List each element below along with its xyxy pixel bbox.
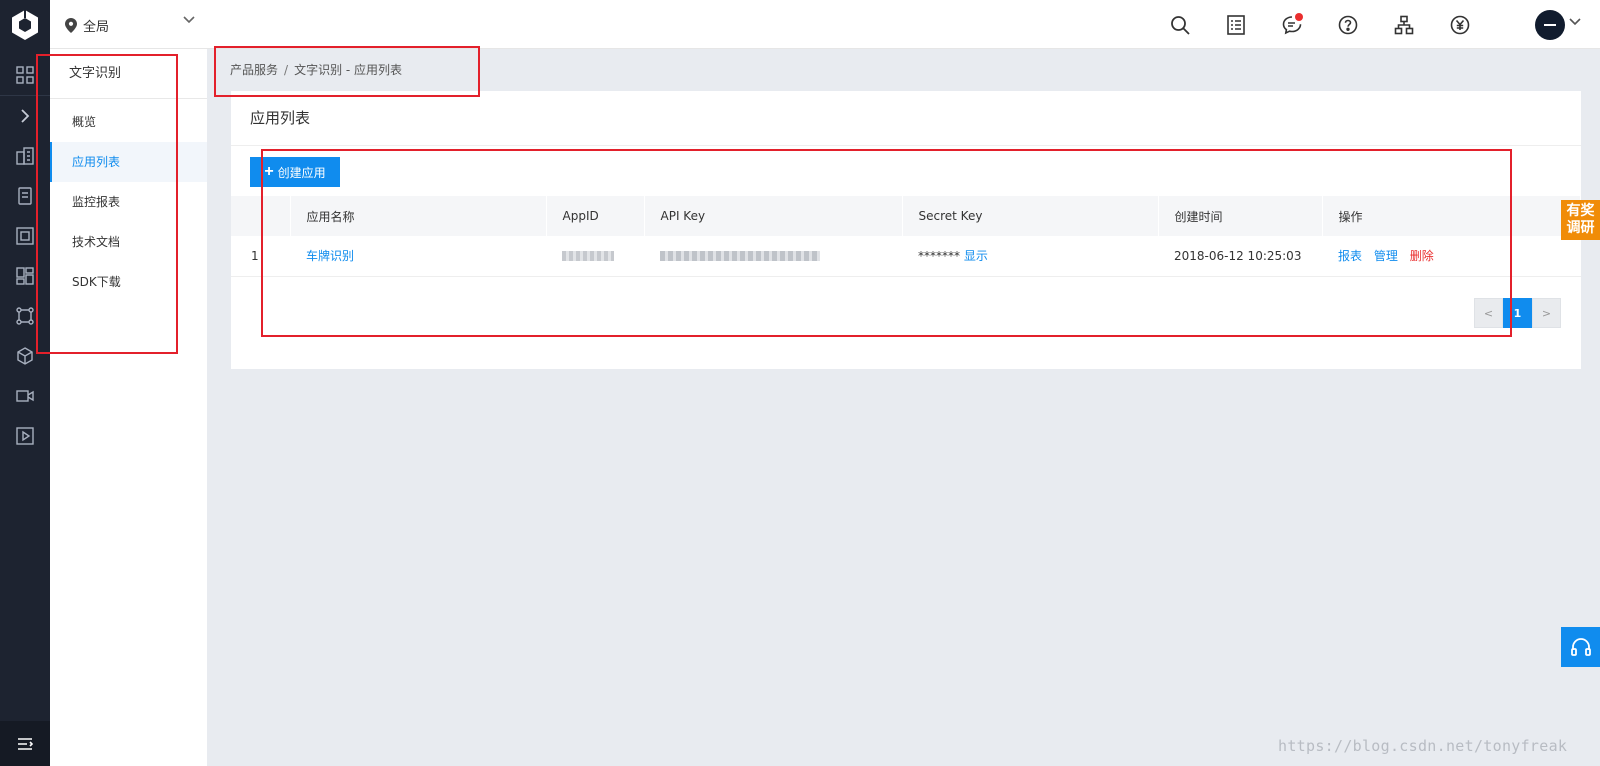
message-icon[interactable] (1280, 13, 1304, 37)
create-app-label: 创建应用 (277, 165, 326, 180)
chevron-down-icon[interactable] (1569, 18, 1581, 26)
table-header-row: 应用名称 AppID API Key Secret Key 创建时间 操作 (231, 196, 1581, 236)
watermark: https://blog.csdn.net/tonyfreak (1278, 737, 1568, 755)
col-created-time: 创建时间 (1158, 196, 1323, 236)
sidebar-item-tech-docs[interactable]: 技术文档 (50, 222, 207, 262)
current-page-button[interactable]: 1 (1503, 298, 1532, 328)
table-row: 1 车牌识别 ******* 显示 2018-06-12 10:25:03 报表… (231, 236, 1581, 277)
plus-icon: + (264, 163, 274, 180)
org-icon[interactable] (1392, 13, 1416, 37)
top-header: 全局 (50, 0, 1600, 49)
grid-icon[interactable] (0, 256, 50, 296)
app-name-link[interactable]: 车牌识别 (306, 249, 354, 263)
col-app-name: 应用名称 (290, 196, 547, 236)
cube-icon[interactable] (0, 336, 50, 376)
breadcrumb-separator: / (284, 63, 289, 77)
survey-line-2: 调研 (1566, 220, 1595, 236)
sidebar-item-monitor-report[interactable]: 监控报表 (50, 182, 207, 222)
secret-key-mask: ******* (918, 249, 960, 264)
menu-toggle-icon[interactable] (0, 721, 50, 766)
orders-icon[interactable] (1224, 13, 1248, 37)
headset-icon[interactable] (1561, 627, 1600, 667)
sidebar-item-sdk-download[interactable]: SDK下载 (50, 262, 207, 302)
chevron-down-icon (183, 16, 195, 24)
product-sidebar: 文字识别 概览 应用列表 监控报表 技术文档 SDK下载 (50, 49, 207, 766)
col-secret-key: Secret Key (902, 196, 1159, 236)
created-time: 2018-06-12 10:25:03 (1158, 236, 1322, 277)
survey-widget[interactable]: 有奖 调研 (1561, 200, 1600, 240)
report-link[interactable]: 报表 (1338, 249, 1362, 263)
region-label: 全局 (83, 19, 110, 35)
sidebar-item-app-list[interactable]: 应用列表 (50, 142, 207, 182)
frame-icon[interactable] (0, 216, 50, 256)
appid-redacted (562, 251, 614, 262)
survey-line-1: 有奖 (1566, 203, 1595, 219)
logo-icon[interactable] (0, 0, 50, 49)
show-secret-link[interactable]: 显示 (964, 249, 988, 263)
currency-icon[interactable] (1448, 13, 1472, 37)
breadcrumb: 产品服务 / 文字识别 - 应用列表 (230, 61, 402, 78)
delete-link[interactable]: 删除 (1410, 249, 1434, 263)
notification-dot (1295, 13, 1303, 21)
notes-icon[interactable] (0, 176, 50, 216)
next-page-button[interactable]: > (1532, 298, 1561, 328)
expand-chevron-icon[interactable] (0, 96, 50, 136)
sidebar-item-overview[interactable]: 概览 (50, 102, 207, 142)
pagination: < 1 > (1474, 298, 1561, 328)
manage-link[interactable]: 管理 (1374, 249, 1398, 263)
video-icon[interactable] (0, 376, 50, 416)
building-icon[interactable] (0, 136, 50, 176)
help-icon[interactable] (1336, 13, 1360, 37)
create-app-button[interactable]: + 创建应用 (250, 157, 340, 187)
page-title: 应用列表 (231, 91, 1581, 146)
network-icon[interactable] (0, 296, 50, 336)
prev-page-button[interactable]: < (1474, 298, 1503, 328)
row-index: 1 (231, 236, 290, 277)
dashboard-icon[interactable] (0, 55, 50, 95)
col-api-key: API Key (644, 196, 903, 236)
app-table: 应用名称 AppID API Key Secret Key 创建时间 操作 1 … (231, 196, 1581, 277)
breadcrumb-root[interactable]: 产品服务 (230, 63, 278, 77)
avatar[interactable] (1535, 10, 1565, 40)
col-appid: AppID (546, 196, 645, 236)
breadcrumb-current: 文字识别 - 应用列表 (294, 63, 403, 77)
icon-rail (0, 0, 50, 766)
search-icon[interactable] (1168, 13, 1192, 37)
col-index (231, 196, 291, 236)
region-selector[interactable]: 全局 (65, 14, 195, 36)
col-actions: 操作 (1322, 196, 1581, 236)
app-list-panel: 应用列表 + 创建应用 应用名称 AppID API Key Secret Ke… (231, 91, 1581, 369)
location-pin-icon (65, 17, 77, 33)
sidebar-title: 文字识别 (50, 49, 207, 99)
play-icon[interactable] (0, 416, 50, 456)
api-key-redacted (660, 251, 820, 262)
